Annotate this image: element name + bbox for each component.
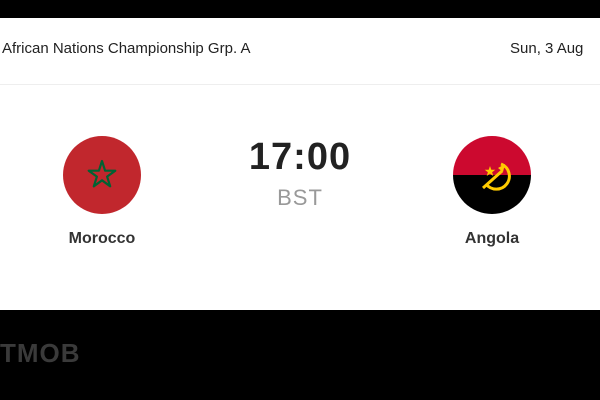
watermark-logo: TMOB: [0, 338, 81, 368]
morocco-flag-icon: [63, 136, 141, 214]
angola-flag-icon: [453, 136, 531, 214]
competition-name: African Nations Championship Grp. A: [2, 40, 251, 57]
away-team[interactable]: Angola: [422, 136, 562, 248]
home-team[interactable]: Morocco: [32, 136, 172, 248]
kickoff-time: 17:00: [248, 136, 352, 178]
away-team-name: Angola: [464, 230, 520, 247]
top-bar: [0, 0, 600, 18]
kickoff-timezone: BST: [277, 185, 323, 210]
match-card-header: African Nations Championship Grp. A Sun,…: [0, 18, 600, 85]
match-card[interactable]: African Nations Championship Grp. A Sun,…: [0, 18, 600, 310]
home-team-name: Morocco: [68, 230, 136, 247]
kickoff-info: 17:00 BST: [200, 136, 400, 211]
match-date: Sun, 3 Aug: [510, 40, 584, 57]
